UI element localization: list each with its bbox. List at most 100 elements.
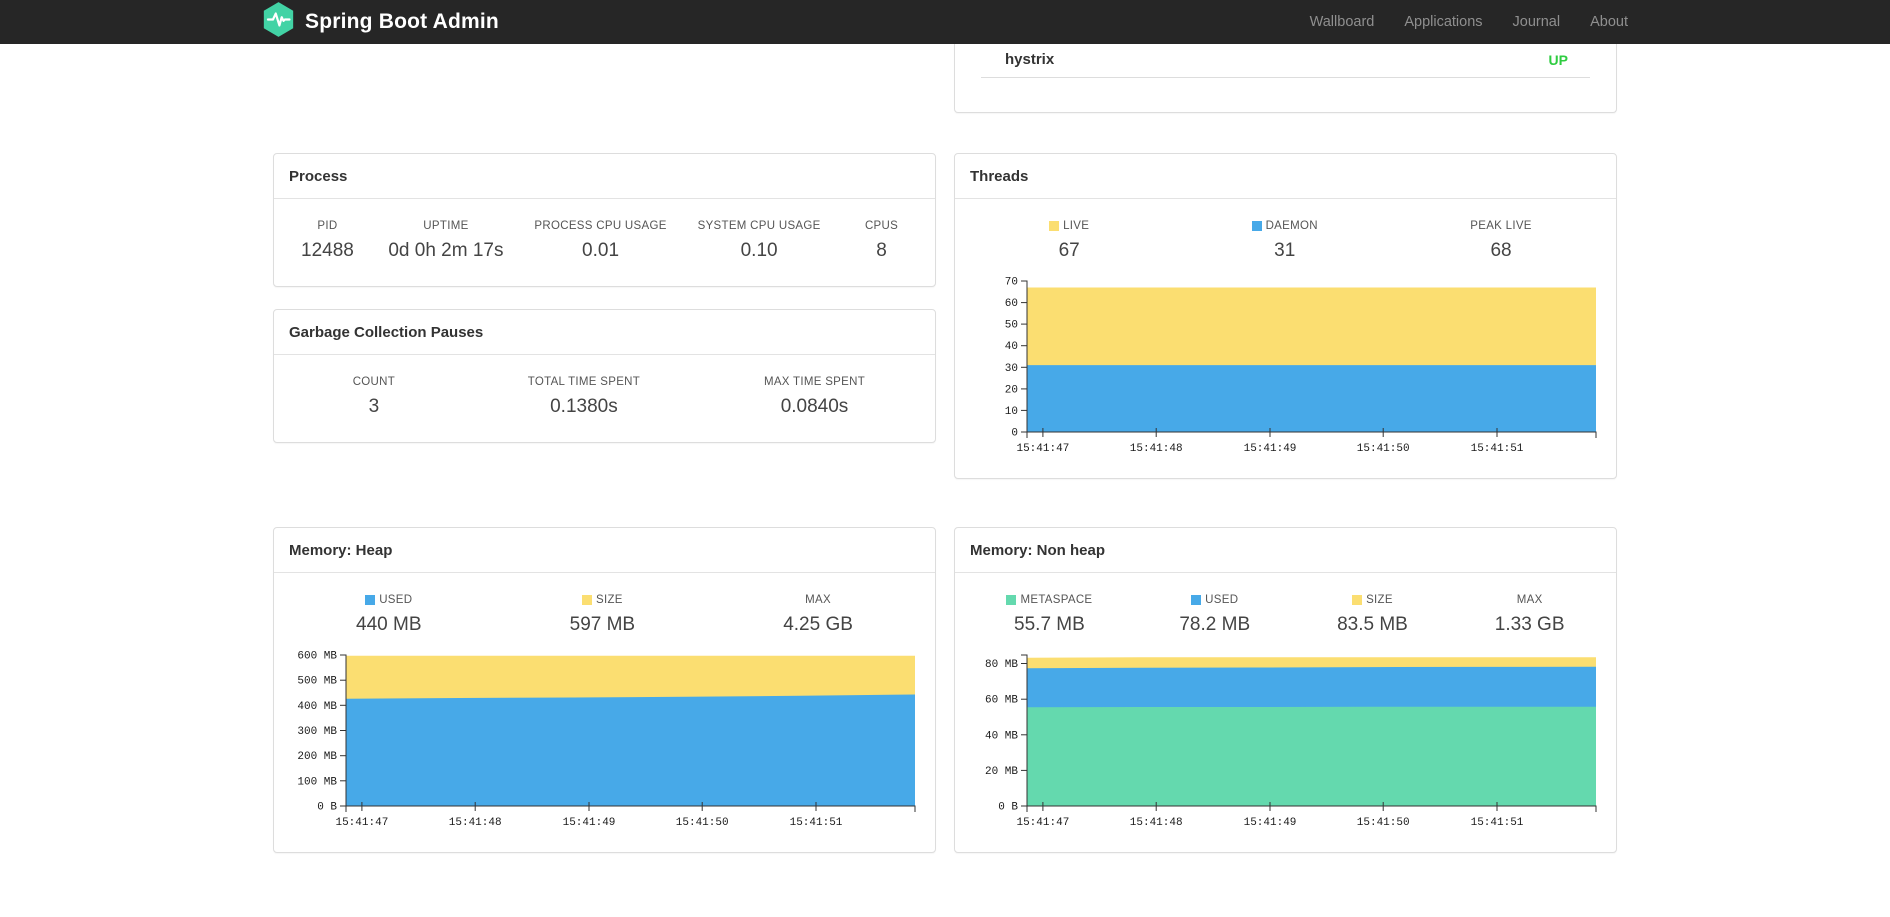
brand-title: Spring Boot Admin <box>305 10 499 33</box>
stat-peak-live: PEAK LIVE 68 <box>1470 220 1532 262</box>
stat-label: MAX <box>1516 594 1543 606</box>
svg-text:15:41:48: 15:41:48 <box>1130 443 1183 455</box>
application-status-panel: hystrix UP <box>954 44 1617 113</box>
gc-stats: COUNT 3 TOTAL TIME SPENT 0.1380s MAX TIM… <box>274 355 935 442</box>
svg-text:60: 60 <box>1005 298 1018 310</box>
stat-value: 31 <box>1274 240 1296 261</box>
memory-nonheap-chart: 0 B 20 MB 40 MB 60 MB 80 MB 15:41:47 15:41:48 1… <box>961 646 1610 834</box>
stat-value: 0.0840s <box>780 396 849 417</box>
svg-text:400 MB: 400 MB <box>297 701 337 713</box>
legend-swatch-size <box>1352 595 1363 605</box>
stat-label: CPUS <box>864 220 899 232</box>
svg-text:15:41:50: 15:41:50 <box>1357 443 1410 455</box>
svg-text:40 MB: 40 MB <box>985 730 1018 742</box>
stat-value: 0.1380s <box>550 396 618 417</box>
stat-label: USED <box>356 594 421 606</box>
heap-stats: USED 440 MB SIZE 597 MB MAX 4.25 GB <box>274 573 935 642</box>
threads-stats: LIVE 67 DAEMON 31 PEAK LIVE 68 <box>955 199 1616 268</box>
svg-text:0 B: 0 B <box>317 802 337 814</box>
nav-link-applications[interactable]: Applications <box>1404 14 1482 30</box>
threads-chart: 0 10 20 30 40 50 60 70 15:41:47 15:41:48 15:41:49 1… <box>961 272 1610 460</box>
svg-text:15:41:47: 15:41:47 <box>335 817 388 829</box>
svg-text:15:41:51: 15:41:51 <box>790 817 843 829</box>
stat-value: 597 MB <box>569 614 636 635</box>
stat-value: 78.2 MB <box>1179 614 1251 635</box>
legend-swatch-live <box>1049 221 1060 231</box>
stat-daemon: DAEMON 31 <box>1251 220 1318 262</box>
stat-value: 55.7 MB <box>1014 614 1085 635</box>
stat-size: SIZE 83.5 MB <box>1337 594 1408 636</box>
stat-value: 12488 <box>301 240 354 261</box>
stat-max: MAX 4.25 GB <box>783 594 853 636</box>
panel-title: Memory: Non heap <box>955 528 1616 573</box>
stat-value: 3 <box>368 396 380 417</box>
memory-nonheap-panel: Memory: Non heap METASPACE 55.7 MB USED … <box>954 527 1617 853</box>
stat-size: SIZE 597 MB <box>570 594 635 636</box>
stat-label: UPTIME <box>423 220 469 232</box>
svg-text:20 MB: 20 MB <box>985 766 1018 778</box>
svg-text:15:41:50: 15:41:50 <box>676 817 729 829</box>
svg-text:15:41:49: 15:41:49 <box>1244 443 1297 455</box>
svg-text:15:41:51: 15:41:51 <box>1471 817 1524 829</box>
svg-text:100 MB: 100 MB <box>297 776 337 788</box>
stat-label: PID <box>317 220 338 232</box>
stat-max-time-spent: MAX TIME SPENT 0.0840s <box>764 376 865 418</box>
stat-system-cpu-usage: SYSTEM CPU USAGE 0.10 <box>698 220 821 262</box>
gc-pauses-panel: Garbage Collection Pauses COUNT 3 TOTAL … <box>273 309 936 443</box>
stat-max: MAX 1.33 GB <box>1495 594 1565 636</box>
stat-label: PROCESS CPU USAGE <box>534 220 667 232</box>
stat-count: COUNT 3 <box>344 376 404 418</box>
svg-text:15:41:47: 15:41:47 <box>1016 817 1069 829</box>
memory-heap-panel: Memory: Heap USED 440 MB SIZE 597 MB MAX… <box>273 527 936 853</box>
legend-swatch-used <box>1191 595 1202 605</box>
stat-label: DAEMON <box>1251 220 1318 232</box>
svg-text:200 MB: 200 MB <box>297 751 337 763</box>
stat-value: 440 MB <box>356 614 422 635</box>
nonheap-stats: METASPACE 55.7 MB USED 78.2 MB SIZE 83.5… <box>955 573 1616 642</box>
left-column: Process PID 12488 UPTIME 0d 0h 2m 17s PR… <box>273 153 936 479</box>
svg-text:15:41:50: 15:41:50 <box>1357 817 1410 829</box>
stat-uptime: UPTIME 0d 0h 2m 17s <box>388 220 503 262</box>
empty-left-cell <box>273 44 936 113</box>
svg-text:15:41:49: 15:41:49 <box>1244 817 1297 829</box>
application-row[interactable]: hystrix UP <box>955 44 1616 77</box>
stat-value: 0.10 <box>740 240 778 261</box>
svg-text:70: 70 <box>1005 277 1018 289</box>
navbar: Spring Boot Admin Wallboard Applications… <box>0 0 1890 44</box>
memory-heap-chart: 0 B 100 MB 200 MB 300 MB 400 MB 500 MB 600 MB 1… <box>280 646 929 834</box>
stat-value: 67 <box>1058 240 1080 261</box>
svg-text:10: 10 <box>1005 406 1018 418</box>
panel-title: Threads <box>955 154 1616 199</box>
stat-label: COUNT <box>352 376 396 388</box>
nav-link-wallboard[interactable]: Wallboard <box>1310 14 1375 30</box>
legend-swatch-metaspace <box>1006 595 1017 605</box>
stat-label: TOTAL TIME SPENT <box>527 376 641 388</box>
stat-value: 1.33 GB <box>1494 614 1565 635</box>
process-stats: PID 12488 UPTIME 0d 0h 2m 17s PROCESS CP… <box>274 199 935 286</box>
panel-title: Process <box>274 154 935 199</box>
stat-used: USED 440 MB <box>356 594 421 636</box>
nav-links: Wallboard Applications Journal About <box>1310 14 1628 30</box>
svg-text:50: 50 <box>1005 320 1018 332</box>
svg-text:500 MB: 500 MB <box>297 676 337 688</box>
panel-title: Garbage Collection Pauses <box>274 310 935 355</box>
stat-used: USED 78.2 MB <box>1179 594 1250 636</box>
process-panel: Process PID 12488 UPTIME 0d 0h 2m 17s PR… <box>273 153 936 287</box>
stat-value: 0d 0h 2m 17s <box>388 240 504 261</box>
svg-text:80 MB: 80 MB <box>985 659 1018 671</box>
brand[interactable]: Spring Boot Admin <box>262 1 499 43</box>
stat-label: SIZE <box>570 594 635 606</box>
svg-text:15:41:47: 15:41:47 <box>1016 443 1069 455</box>
svg-text:60 MB: 60 MB <box>985 695 1018 707</box>
svg-text:0: 0 <box>1011 428 1018 440</box>
nav-link-about[interactable]: About <box>1590 14 1628 30</box>
stat-label: PEAK LIVE <box>1470 220 1532 232</box>
stat-value: 0.01 <box>582 240 620 261</box>
stat-label: MAX TIME SPENT <box>763 376 866 388</box>
nav-link-journal[interactable]: Journal <box>1513 14 1561 30</box>
svg-text:15:41:49: 15:41:49 <box>563 817 616 829</box>
threads-panel: Threads LIVE 67 DAEMON 31 PEAK LIVE 68 0… <box>954 153 1617 479</box>
svg-text:0 B: 0 B <box>998 802 1018 814</box>
stat-value: 68 <box>1490 240 1512 261</box>
stat-label: METASPACE <box>1006 594 1092 606</box>
